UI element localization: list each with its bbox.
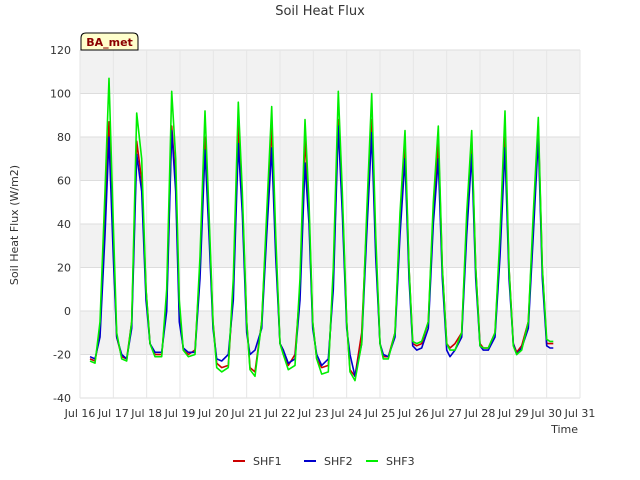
- x-tick-label: Jul 23: [297, 407, 329, 420]
- x-tick-label: Jul 20: [197, 407, 229, 420]
- x-tick-label: Jul 22: [264, 407, 296, 420]
- y-tick-label: 60: [57, 175, 71, 188]
- x-tick-label: Jul 29: [497, 407, 529, 420]
- y-tick-label: 40: [57, 218, 71, 231]
- station-badge: BA_met: [80, 32, 139, 51]
- legend-label: SHF2: [324, 455, 353, 468]
- x-tick-label: Jul 26: [397, 407, 429, 420]
- x-tick-label: Jul 31: [564, 407, 596, 420]
- plot-band: [80, 224, 580, 268]
- plot-band: [80, 50, 580, 94]
- x-axis-label: Time: [550, 423, 578, 436]
- y-tick-label: 80: [57, 131, 71, 144]
- x-tick-label: Jul 25: [364, 407, 396, 420]
- plot-band: [80, 180, 580, 224]
- x-tick-label: Jul 19: [164, 407, 196, 420]
- x-tick-label: Jul 21: [230, 407, 262, 420]
- y-tick-label: -20: [53, 349, 71, 362]
- y-axis-ticks: -40 -20 0 20 40 60 80 100 120: [50, 44, 71, 405]
- y-tick-label: -40: [53, 392, 71, 405]
- chart-title: Soil Heat Flux: [275, 4, 365, 19]
- x-axis-ticks: Jul 16 Jul 17 Jul 18 Jul 19 Jul 20 Jul 21 Jul …: [64, 407, 596, 420]
- legend: SHF1 SHF2 SHF3: [233, 455, 415, 468]
- plot-band: [80, 267, 580, 311]
- x-tick-label: Jul 18: [130, 407, 162, 420]
- legend-item-shf3: SHF3: [366, 455, 415, 468]
- plot-band: [80, 354, 580, 398]
- x-tick-label: Jul 24: [330, 407, 362, 420]
- y-tick-label: 20: [57, 262, 71, 275]
- station-badge-label: BA_met: [86, 36, 133, 49]
- x-tick-label: Jul 27: [430, 407, 462, 420]
- y-tick-label: 120: [50, 44, 71, 57]
- x-tick-label: Jul 17: [97, 407, 129, 420]
- soil-heat-flux-chart: Soil Heat Flux -40 -20 0 20 40 60 80 100 120 Jul…: [8, 4, 596, 468]
- legend-label: SHF3: [386, 455, 415, 468]
- x-tick-label: Jul 28: [464, 407, 496, 420]
- x-tick-label: Jul 30: [530, 407, 562, 420]
- legend-item-shf2: SHF2: [304, 455, 353, 468]
- legend-label: SHF1: [253, 455, 282, 468]
- y-tick-label: 100: [50, 88, 71, 101]
- y-axis-label: Soil Heat Flux (W/m2): [8, 165, 21, 285]
- y-tick-label: 0: [64, 305, 71, 318]
- x-tick-label: Jul 16: [64, 407, 96, 420]
- legend-item-shf1: SHF1: [233, 455, 282, 468]
